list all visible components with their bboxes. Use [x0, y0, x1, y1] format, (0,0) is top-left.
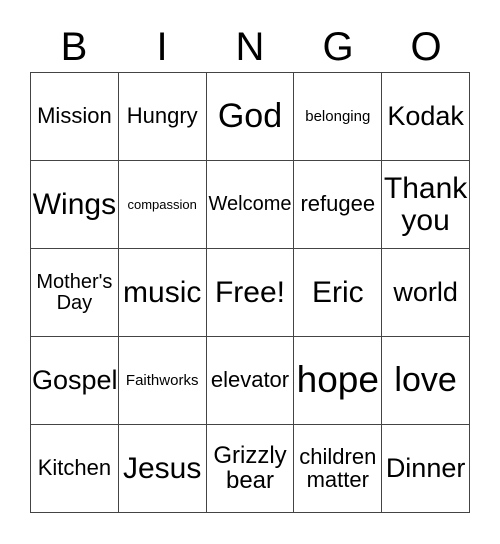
bingo-cell[interactable]: Welcome — [206, 161, 295, 249]
bingo-cell-label: Kodak — [387, 101, 464, 132]
bingo-cell[interactable]: belonging — [294, 73, 383, 161]
bingo-cell[interactable]: music — [118, 249, 207, 337]
bingo-cell[interactable]: refugee — [294, 161, 383, 249]
bingo-cell[interactable]: Eric — [294, 249, 383, 337]
bingo-cell[interactable]: Hungry — [118, 73, 207, 161]
bingo-cell[interactable]: compassion — [118, 161, 207, 249]
bingo-cell[interactable]: Kodak — [382, 73, 470, 161]
bingo-header-row: B I N G O — [30, 22, 470, 72]
bingo-cell-label: elevator — [210, 367, 290, 393]
bingo-cell[interactable]: Wings — [31, 161, 119, 249]
bingo-cell[interactable]: Mother's Day — [31, 249, 119, 337]
bingo-cell-label: Wings — [32, 187, 117, 221]
bingo-cell[interactable]: hope — [294, 337, 383, 425]
bingo-cell-label: Faithworks — [125, 371, 199, 389]
bingo-cell-label: refugee — [300, 191, 376, 217]
bingo-cell-label: God — [217, 96, 283, 135]
bingo-cell-label: hope — [296, 359, 379, 401]
bingo-cell[interactable]: world — [382, 249, 470, 337]
bingo-cell-label: Mother's Day — [36, 270, 113, 314]
bingo-cell[interactable]: children matter — [294, 425, 383, 513]
bingo-cell[interactable]: Grizzly bear — [206, 425, 295, 513]
bingo-cell-label: Dinner — [385, 453, 466, 484]
header-letter-g: G — [322, 25, 354, 69]
bingo-cell-label: Kitchen — [37, 455, 112, 481]
bingo-cell-label: Gospel — [32, 365, 118, 396]
bingo-cell[interactable]: Gospel — [31, 337, 119, 425]
bingo-cell-label: world — [393, 277, 458, 308]
bingo-cell-label: Hungry — [126, 103, 198, 129]
bingo-cell[interactable]: Faithworks — [118, 337, 207, 425]
bingo-cell-label: music — [123, 275, 202, 309]
bingo-cell-label: Grizzly bear — [213, 441, 287, 494]
header-letter-b: B — [60, 25, 88, 69]
header-letter-n: N — [235, 25, 265, 69]
bingo-cell-label: Eric — [311, 275, 364, 309]
bingo-cell[interactable]: Jesus — [118, 425, 207, 513]
bingo-cell-label: children matter — [299, 443, 377, 492]
header-letter-o: O — [410, 25, 442, 69]
header-letter-i: I — [156, 25, 168, 69]
bingo-cell-label: Mission — [37, 103, 112, 129]
bingo-cell-label: Free! — [214, 275, 285, 309]
bingo-cell-label: Welcome — [208, 193, 292, 216]
bingo-grid: Mission Hungry God belonging Kodak Wings compa… — [30, 72, 470, 513]
bingo-cell[interactable]: elevator — [206, 337, 295, 425]
bingo-cell[interactable]: Mission — [31, 73, 119, 161]
bingo-cell[interactable]: love — [382, 337, 470, 425]
bingo-cell-label: compassion — [127, 196, 197, 212]
bingo-cell[interactable]: God — [206, 73, 295, 161]
bingo-cell[interactable]: Free! — [206, 249, 295, 337]
bingo-cell[interactable]: Kitchen — [31, 425, 119, 513]
bingo-cell-label: love — [394, 360, 457, 399]
bingo-cell[interactable]: Thank you — [382, 161, 470, 249]
bingo-card: B I N G O Mission Hungry God belonging Kodak… — [0, 0, 500, 544]
bingo-cell-label: Jesus — [123, 451, 202, 485]
bingo-cell-label: Thank you — [383, 172, 468, 237]
bingo-cell-label: belonging — [305, 107, 371, 125]
bingo-cell[interactable]: Dinner — [382, 425, 470, 513]
